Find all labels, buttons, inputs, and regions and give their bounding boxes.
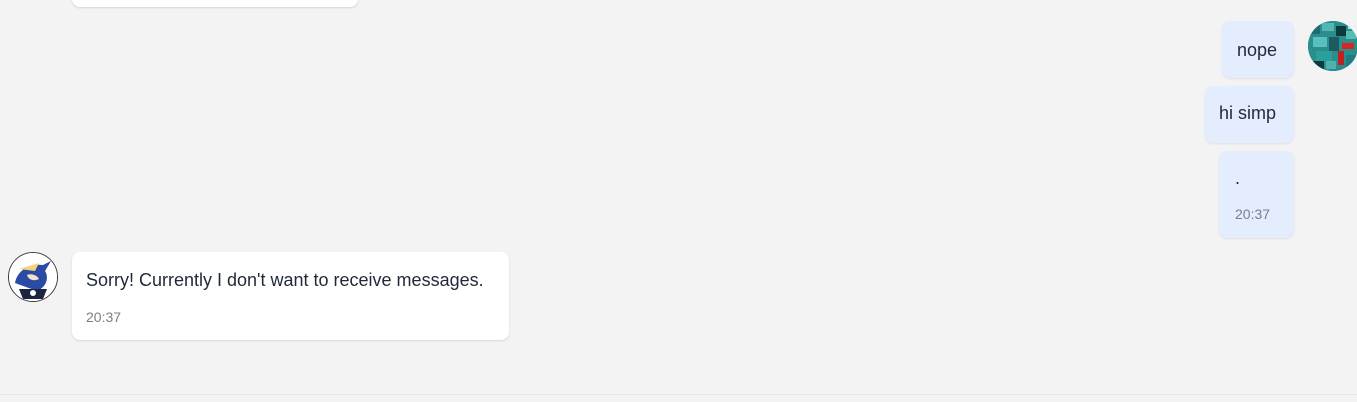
message-timestamp: 20:37 xyxy=(1235,206,1271,222)
outgoing-message-bubble[interactable]: . 20:37 xyxy=(1219,151,1294,238)
outgoing-message-bubble[interactable]: nope xyxy=(1222,21,1294,78)
anime-character-avatar-icon xyxy=(9,253,57,301)
chat-divider xyxy=(0,394,1357,395)
message-text: . xyxy=(1235,168,1241,188)
incoming-message-bubble[interactable]: Sorry! Currently I don't want to receive… xyxy=(72,252,509,340)
message-text: nope xyxy=(1237,40,1278,60)
previous-message-bubble xyxy=(72,0,358,7)
message-timestamp: 20:37 xyxy=(86,309,122,325)
user-avatar-icon xyxy=(1308,21,1357,71)
message-text: Sorry! Currently I don't want to receive… xyxy=(86,270,484,290)
user-avatar-icon[interactable] xyxy=(1308,21,1357,71)
message-text: hi simp xyxy=(1219,103,1277,123)
anime-character-avatar-icon[interactable] xyxy=(8,252,58,302)
outgoing-message-bubble[interactable]: hi simp xyxy=(1205,86,1294,143)
chat-window: nope hi simp . 20:37 Sorry! Currently I … xyxy=(0,0,1357,402)
